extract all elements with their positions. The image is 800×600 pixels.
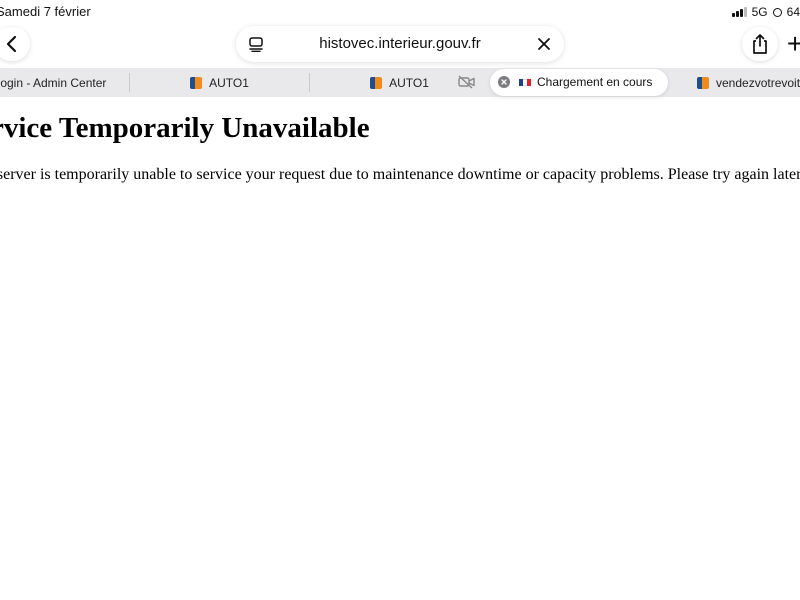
french-flag-icon [519,79,531,86]
page-title: Service Temporarily Unavailable [0,112,370,144]
tab-login-admin-center[interactable]: Login - Admin Center [0,68,107,97]
tab-loading-active[interactable]: Chargement en cours [490,69,668,96]
status-date: Samedi 7 février [0,4,91,19]
close-icon[interactable] [536,36,552,52]
address-bar[interactable]: histovec.interieur.gouv.fr [236,26,564,62]
site-favicon-icon [697,76,709,89]
network-type: 5G [751,5,768,19]
camera-off-icon [458,75,475,89]
back-button[interactable] [0,27,30,61]
tab-strip: Login - Admin Center AUTO1 AUTO1 vendezv… [0,68,800,97]
tab-overview-icon[interactable] [248,36,264,52]
plus-icon: + [786,28,800,59]
url-text: histovec.interieur.gouv.fr [319,35,481,52]
chevron-left-icon [6,35,17,53]
auto1-favicon-icon [370,76,383,89]
tab-label: AUTO1 [389,75,429,90]
close-icon [501,79,507,85]
battery-level: 64 [786,5,800,19]
tab-label: Chargement en cours [537,75,653,89]
tab-label: AUTO1 [209,75,249,90]
tab-close-button[interactable] [498,76,510,88]
tab-label: vendezvotrevoitu [716,75,800,90]
auto1-favicon-icon [190,76,203,89]
new-tab-button[interactable]: + [782,30,800,58]
share-button[interactable] [742,27,778,61]
tab-label: Login - Admin Center [0,75,107,90]
share-icon [753,34,767,54]
cellular-signal-icon [731,7,747,17]
tab-auto1-first[interactable]: AUTO1 [130,68,309,97]
status-indicators: 5G 64 [731,5,800,19]
tab-vendezvotrevoiture[interactable]: vendezvotrevoitu [697,68,800,97]
error-message: The server is temporarily unable to serv… [0,166,800,183]
orientation-lock-icon [772,7,782,17]
